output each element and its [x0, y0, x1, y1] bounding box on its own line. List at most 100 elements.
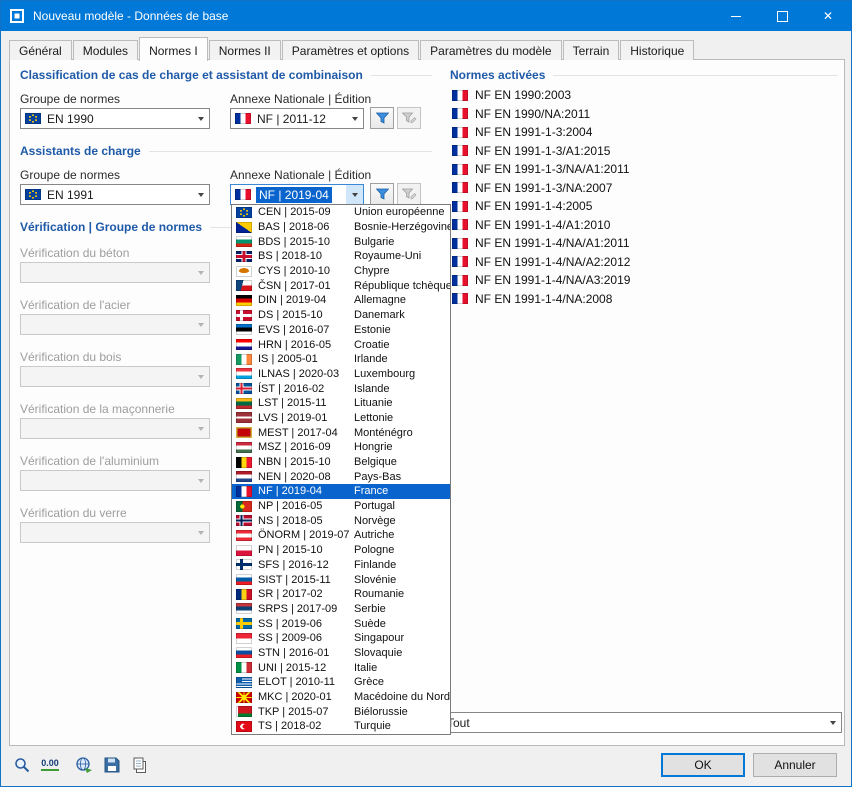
units-button[interactable]: 0.00: [37, 752, 63, 777]
annexe-option-onorm-2019-07[interactable]: ÖNORM | 2019-07 Autriche: [232, 528, 450, 543]
annexe-option-din-2019-04[interactable]: DIN | 2019-04 Allemagne: [232, 293, 450, 308]
norme-label: NF EN 1990:2003: [475, 88, 572, 103]
no-flag-icon: [236, 515, 252, 527]
combobox-value: NF | 2011-12: [257, 111, 326, 126]
maximize-button[interactable]: [759, 1, 805, 31]
annexe-option-country: Monténégro: [354, 426, 413, 439]
cancel-button[interactable]: Annuler: [753, 753, 837, 777]
annexe-option-lvs-2019-01[interactable]: LVS | 2019-01 Lettonie: [232, 411, 450, 426]
tab-historique[interactable]: Historique: [620, 40, 695, 60]
annexe-option-ilnas-2020-03[interactable]: ILNAS | 2020-03 Luxembourg: [232, 367, 450, 382]
chevron-down-icon: [346, 109, 363, 128]
annexe-option-code: NBN | 2015-10: [258, 456, 331, 469]
annexe-option-uni-2015-12[interactable]: UNI | 2015-12 Italie: [232, 660, 450, 675]
cy-flag-icon: [236, 265, 252, 277]
annexe-option-ds-2015-10[interactable]: DS | 2015-10 Danemark: [232, 308, 450, 323]
hu-flag-icon: [236, 441, 252, 453]
sg-flag-icon: [236, 632, 252, 644]
annexe-option-ns-2018-05[interactable]: NS | 2018-05 Norvège: [232, 513, 450, 528]
tab-modules[interactable]: Modules: [72, 40, 139, 60]
tab-general[interactable]: Général: [9, 40, 72, 60]
annexe-option-code: SR | 2017-02: [258, 588, 323, 601]
dk-flag-icon: [236, 309, 252, 321]
annexe-option-cys-2010-10[interactable]: CYS | 2010-10 Chypre: [232, 264, 450, 279]
annexe-option-nen-2020-08[interactable]: NEN | 2020-08 Pays-Bas: [232, 469, 450, 484]
ok-button[interactable]: OK: [661, 753, 745, 777]
annexe-option-ss-2009-06[interactable]: SS | 2009-06 Singapour: [232, 631, 450, 646]
annexe-option-sist-2015-11[interactable]: SIST | 2015-11 Slovénie: [232, 572, 450, 587]
annexe-option-tkp-2015-07[interactable]: TKP | 2015-07 Biélorussie: [232, 704, 450, 719]
tab-bar: Général Modules Normes I Normes II Paramètre…: [9, 36, 695, 61]
annexe-option-elot-2010-11[interactable]: ELOT | 2010-11 Grèce: [232, 675, 450, 690]
annexe-option-sfs-2016-12[interactable]: SFS | 2016-12 Finlande: [232, 558, 450, 573]
tab-normes-i[interactable]: Normes I: [139, 37, 208, 61]
annexe-option-np-2016-05[interactable]: NP | 2016-05 Portugal: [232, 499, 450, 514]
annexe-option-code: IS | 2005-01: [258, 353, 318, 366]
copy-icon: [133, 757, 146, 773]
fr-flag-icon: [235, 113, 251, 124]
annexe-option-mest-2017-04[interactable]: MEST | 2017-04 Monténégro: [232, 425, 450, 440]
groupe-normes-2-combobox[interactable]: EN 1991: [20, 184, 210, 205]
groupe-normes-1-combobox[interactable]: EN 1990: [20, 108, 210, 129]
mk-flag-icon: [236, 691, 252, 703]
annexe-2-label: Annexe Nationale | Édition: [230, 168, 372, 182]
magnifier-button[interactable]: [9, 752, 35, 777]
annexe-option-msz-2016-09[interactable]: MSZ | 2016-09 Hongrie: [232, 440, 450, 455]
norme-item: NF EN 1991-1-4/NA/A2:2012: [450, 253, 840, 272]
globe-button[interactable]: [71, 752, 97, 777]
groupe-normes-2-label: Groupe de normes: [20, 168, 121, 182]
annexe-option-code: NP | 2016-05: [258, 500, 323, 513]
norme-label: NF EN 1991-1-4:2005: [475, 199, 593, 214]
annexe-1-combobox[interactable]: NF | 2011-12: [230, 108, 364, 129]
annexe-option-lst-2015-11[interactable]: LST | 2015-11 Lituanie: [232, 396, 450, 411]
annexe-option-bas-2018-06[interactable]: BAS | 2018-06 Bosnie-Herzégovine: [232, 220, 450, 235]
normes-filter-combobox[interactable]: Tout: [442, 712, 842, 733]
annexe-option-sr-2017-02[interactable]: SR | 2017-02 Roumanie: [232, 587, 450, 602]
annexe-option-pn-2015-10[interactable]: PN | 2015-10 Pologne: [232, 543, 450, 558]
annexe-2-filter-button[interactable]: [370, 183, 394, 205]
annexe-option-ss-2019-06[interactable]: SS | 2019-06 Suède: [232, 616, 450, 631]
copy-button[interactable]: [127, 752, 153, 777]
ie-flag-icon: [236, 353, 252, 365]
tab-normes-ii[interactable]: Normes II: [208, 40, 281, 60]
annexe-option-mkc-2020-01[interactable]: MKC | 2020-01 Macédoine du Nord: [232, 690, 450, 705]
annexe-1-filter-button[interactable]: [370, 107, 394, 129]
annexe-option-cen-2015-09[interactable]: CEN | 2015-09 Union européenne: [232, 205, 450, 220]
annexe-option-nbn-2015-10[interactable]: NBN | 2015-10 Belgique: [232, 455, 450, 470]
gr-flag-icon: [236, 676, 252, 688]
annexe-option-hrn-2016-05[interactable]: HRN | 2016-05 Croatie: [232, 337, 450, 352]
annexe-option-evs-2016-07[interactable]: EVS | 2016-07 Estonie: [232, 323, 450, 338]
tab-parametres-du-modele[interactable]: Paramètres du modèle: [420, 40, 562, 60]
minimize-button[interactable]: [713, 1, 759, 31]
annexe-option-bs-2018-10[interactable]: BS | 2018-10 Royaume-Uni: [232, 249, 450, 264]
eu-flag-icon: [25, 189, 41, 200]
annexe-option-csn-2017-01[interactable]: ČSN | 2017-01 République tchèque: [232, 278, 450, 293]
annexe-option-code: DS | 2015-10: [258, 309, 323, 322]
annexe-option-country: Belgique: [354, 456, 397, 469]
annexe-option-ts-2018-02[interactable]: TS | 2018-02 Turquie: [232, 719, 450, 734]
annexe-option-bds-2015-10[interactable]: BDS | 2015-10 Bulgarie: [232, 234, 450, 249]
verification-combobox-verification-du-beton: [20, 262, 210, 283]
annexe-option-code: BDS | 2015-10: [258, 235, 330, 248]
norme-label: NF EN 1991-1-4/A1:2010: [475, 217, 611, 232]
chevron-down-icon: [192, 263, 209, 282]
annexe-option-srps-2017-09[interactable]: SRPS | 2017-09 Serbie: [232, 602, 450, 617]
annexe-option-nf-2019-04[interactable]: NF | 2019-04 France: [232, 484, 450, 499]
sk-flag-icon: [236, 647, 252, 659]
annexe-option-ist-2016-02[interactable]: ÍST | 2016-02 Islande: [232, 381, 450, 396]
close-button[interactable]: ✕: [805, 1, 851, 31]
tab-terrain[interactable]: Terrain: [562, 40, 620, 60]
annexe-option-code: SFS | 2016-12: [258, 558, 329, 571]
annexe-option-is-2005-01[interactable]: IS | 2005-01 Irlande: [232, 352, 450, 367]
combobox-value: EN 1991: [47, 187, 94, 202]
annexe-option-stn-2016-01[interactable]: STN | 2016-01 Slovaquie: [232, 646, 450, 661]
fr-flag-icon: [452, 108, 468, 120]
annexe-option-code: SS | 2009-06: [258, 632, 323, 645]
annexe-option-code: ČSN | 2017-01: [258, 279, 331, 292]
tab-parametres-et-options[interactable]: Paramètres et options: [281, 40, 420, 60]
annexe-2-combobox[interactable]: NF | 2019-04: [230, 184, 364, 205]
save-button[interactable]: [99, 752, 125, 777]
norme-item: NF EN 1991-1-4:2005: [450, 197, 840, 216]
annexe-option-country: Grèce: [354, 676, 384, 689]
title-bar[interactable]: Nouveau modèle - Données de base ✕: [1, 1, 851, 31]
